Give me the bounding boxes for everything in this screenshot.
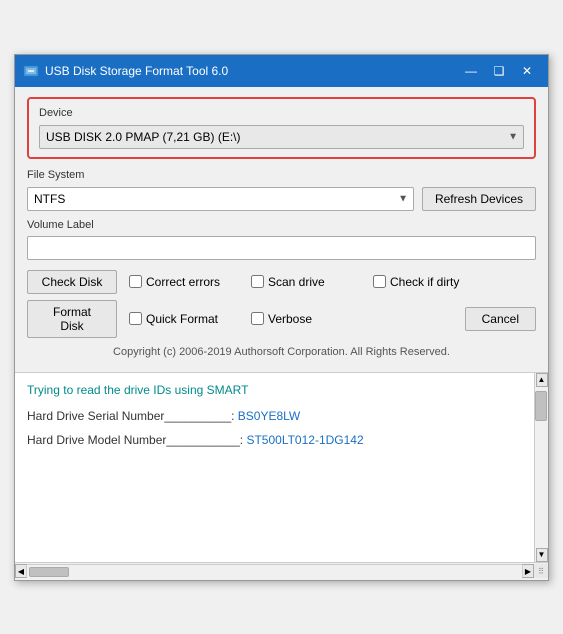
check-if-dirty-label[interactable]: Check if dirty (390, 275, 459, 289)
check-if-dirty-item: Check if dirty (373, 275, 483, 289)
scan-drive-checkbox[interactable] (251, 275, 264, 288)
check-disk-button[interactable]: Check Disk (27, 270, 117, 294)
log-line3: Hard Drive Model Number___________: ST50… (27, 433, 522, 447)
quick-format-checkbox[interactable] (129, 312, 142, 325)
format-disk-button[interactable]: Format Disk (27, 300, 117, 338)
verbose-item: Verbose (251, 312, 361, 326)
correct-errors-label[interactable]: Correct errors (146, 275, 220, 289)
scroll-left-arrow[interactable]: ◀ (15, 564, 27, 578)
correct-errors-checkbox[interactable] (129, 275, 142, 288)
check-if-dirty-checkbox[interactable] (373, 275, 386, 288)
log-model-value: ST500LT012-1DG142 (243, 433, 364, 447)
window-title: USB Disk Storage Format Tool 6.0 (45, 64, 458, 78)
main-content: Device USB DISK 2.0 PMAP (7,21 GB) (E:\)… (15, 87, 548, 372)
device-group: Device USB DISK 2.0 PMAP (7,21 GB) (E:\)… (27, 97, 536, 159)
log-area: Trying to read the drive IDs using SMART… (15, 372, 548, 562)
resize-handle[interactable]: ⠿ (534, 564, 548, 578)
scroll-right-arrow[interactable]: ▶ (522, 564, 534, 578)
app-icon (23, 63, 39, 79)
verbose-checkbox[interactable] (251, 312, 264, 325)
filesystem-label: File System (27, 169, 536, 181)
main-window: USB Disk Storage Format Tool 6.0 — ❑ ✕ D… (14, 54, 549, 581)
filesystem-row: NTFS FAT32 FAT exFAT ▼ Refresh Devices (27, 187, 536, 211)
device-label: Device (39, 107, 524, 119)
volume-label-input[interactable] (27, 236, 536, 260)
window-controls: — ❑ ✕ (458, 61, 540, 81)
check-disk-row: Check Disk Correct errors Scan drive Che… (27, 270, 536, 294)
minimize-button[interactable]: — (458, 61, 484, 81)
quick-format-label[interactable]: Quick Format (146, 312, 218, 326)
scan-drive-label[interactable]: Scan drive (268, 275, 325, 289)
maximize-button[interactable]: ❑ (486, 61, 512, 81)
title-bar: USB Disk Storage Format Tool 6.0 — ❑ ✕ (15, 55, 548, 87)
verbose-label[interactable]: Verbose (268, 312, 312, 326)
scroll-up-arrow[interactable]: ▲ (536, 373, 548, 387)
quick-format-item: Quick Format (129, 312, 239, 326)
scroll-thumb[interactable] (535, 391, 547, 421)
log-serial-label: Hard Drive Serial Number__________: (27, 409, 234, 423)
device-select-wrapper: USB DISK 2.0 PMAP (7,21 GB) (E:\) ▼ (39, 125, 524, 149)
cancel-button[interactable]: Cancel (465, 307, 536, 331)
h-scroll-thumb[interactable] (29, 567, 69, 577)
format-disk-row: Format Disk Quick Format Verbose Cancel (27, 300, 536, 338)
log-serial-value: BS0YE8LW (234, 409, 300, 423)
scan-drive-item: Scan drive (251, 275, 361, 289)
device-select[interactable]: USB DISK 2.0 PMAP (7,21 GB) (E:\) (39, 125, 524, 149)
refresh-devices-button[interactable]: Refresh Devices (422, 187, 536, 211)
scroll-down-arrow[interactable]: ▼ (536, 548, 548, 562)
log-content: Trying to read the drive IDs using SMART… (15, 373, 534, 562)
log-line1: Trying to read the drive IDs using SMART (27, 383, 522, 397)
filesystem-select[interactable]: NTFS FAT32 FAT exFAT (27, 187, 414, 211)
horizontal-scrollbar (27, 564, 522, 578)
fs-select-wrapper: NTFS FAT32 FAT exFAT ▼ (27, 187, 414, 211)
log-model-label: Hard Drive Model Number___________: (27, 433, 243, 447)
correct-errors-item: Correct errors (129, 275, 239, 289)
vertical-scrollbar: ▲ ▼ (534, 373, 548, 562)
log-line2: Hard Drive Serial Number__________: BS0Y… (27, 409, 522, 423)
close-button[interactable]: ✕ (514, 61, 540, 81)
volume-label-label: Volume Label (27, 219, 536, 231)
bottom-bar: ◀ ▶ ⠿ (15, 562, 548, 580)
copyright-text: Copyright (c) 2006-2019 Authorsoft Corpo… (27, 346, 536, 358)
